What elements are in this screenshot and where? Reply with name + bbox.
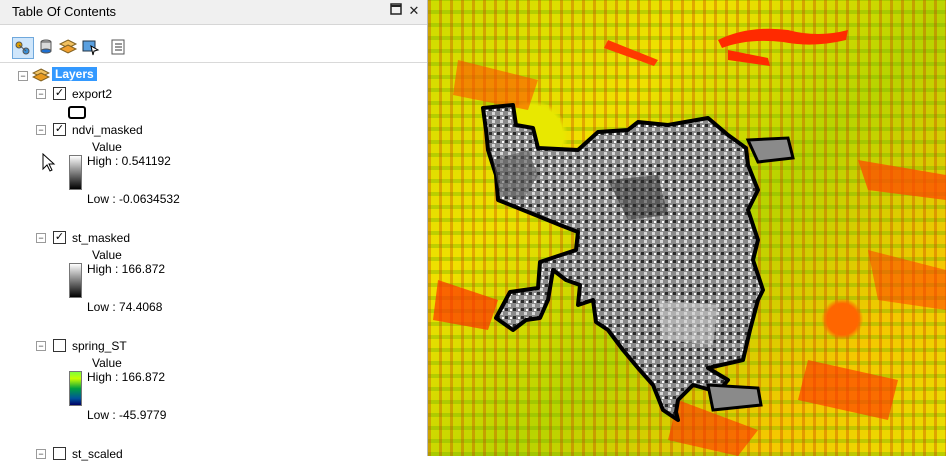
- options-button[interactable]: [108, 37, 130, 59]
- hot-patch: [728, 50, 770, 66]
- st-scaled-visibility-checkbox[interactable]: [53, 447, 66, 460]
- collapse-st-masked-icon[interactable]: −: [36, 233, 46, 243]
- layer-tree: − Layers − ✓ export2 − ✓ ndvi_masked Val…: [0, 62, 427, 461]
- legend-value-label: Value: [92, 140, 122, 154]
- list-by-selection-icon: [82, 40, 100, 56]
- table-of-contents-panel: Table Of Contents ✕ − Layers − ✓ export2…: [0, 0, 428, 461]
- color-ramp: [69, 371, 82, 406]
- boundary-fragment: [706, 383, 763, 412]
- map-layers: [433, 28, 946, 456]
- map-canvas[interactable]: [428, 0, 946, 456]
- list-by-source-icon: [40, 39, 52, 54]
- legend-low-label: Low : -45.9779: [87, 408, 167, 422]
- legend-value-label: Value: [92, 248, 122, 262]
- collapse-ndvi-masked-icon[interactable]: −: [36, 125, 46, 135]
- window-pin-icon[interactable]: [388, 3, 404, 19]
- legend-high-label: High : 166.872: [87, 370, 166, 384]
- list-by-drawing-order-icon: [15, 41, 30, 55]
- layer-name-st-scaled[interactable]: st_scaled: [72, 447, 123, 461]
- options-icon: [111, 39, 125, 55]
- legend-high-label: High : 166.872: [87, 262, 166, 276]
- boundary-fragment: [745, 136, 795, 164]
- layer-name-ndvi-masked[interactable]: ndvi_masked: [72, 123, 143, 137]
- list-by-selection-button[interactable]: [80, 37, 102, 59]
- list-by-source-button[interactable]: [36, 37, 58, 59]
- ndvi-masked-visibility-checkbox[interactable]: ✓: [53, 123, 66, 136]
- collapse-st-scaled-icon[interactable]: −: [36, 449, 46, 459]
- spring-st-visibility-checkbox[interactable]: [53, 339, 66, 352]
- grayscale-ramp: [69, 263, 82, 298]
- st-masked-visibility-checkbox[interactable]: ✓: [53, 231, 66, 244]
- layers-root-label[interactable]: Layers: [52, 67, 97, 81]
- close-icon[interactable]: ✕: [406, 3, 422, 19]
- collapse-spring-st-icon[interactable]: −: [36, 341, 46, 351]
- hot-patch: [858, 160, 946, 200]
- legend-value-label: Value: [92, 356, 122, 370]
- urban-light-patch: [658, 300, 718, 345]
- legend-high-label: High : 0.541192: [87, 154, 171, 168]
- legend-low-label: Low : -0.0634532: [87, 192, 180, 206]
- mouse-pointer-icon: [42, 152, 56, 176]
- collapse-layers-icon[interactable]: −: [18, 71, 28, 81]
- layer-name-st-masked[interactable]: st_masked: [72, 231, 130, 245]
- legend-low-label: Low : 74.4068: [87, 300, 163, 314]
- panel-title: Table Of Contents: [12, 4, 117, 19]
- layer-name-export2[interactable]: export2: [72, 87, 112, 101]
- hot-patch: [433, 280, 498, 330]
- list-by-drawing-order-button[interactable]: [12, 37, 34, 59]
- collapse-export2-icon[interactable]: −: [36, 89, 46, 99]
- hot-patch: [604, 40, 658, 66]
- hot-patch: [453, 60, 538, 110]
- list-by-visibility-button[interactable]: [58, 37, 80, 59]
- grayscale-ramp: [69, 155, 82, 190]
- export2-visibility-checkbox[interactable]: ✓: [53, 87, 66, 100]
- layer-name-spring-st[interactable]: spring_ST: [72, 339, 127, 353]
- outline-symbol-icon[interactable]: [68, 106, 86, 119]
- toc-toolbar: [0, 36, 427, 62]
- panel-title-bar: Table Of Contents ✕: [0, 0, 427, 25]
- layers-frame-icon: [31, 67, 51, 86]
- river-hot-streak: [718, 28, 848, 48]
- hot-patch: [868, 250, 946, 310]
- hot-patch: [798, 360, 898, 420]
- list-by-visibility-icon: [58, 39, 78, 54]
